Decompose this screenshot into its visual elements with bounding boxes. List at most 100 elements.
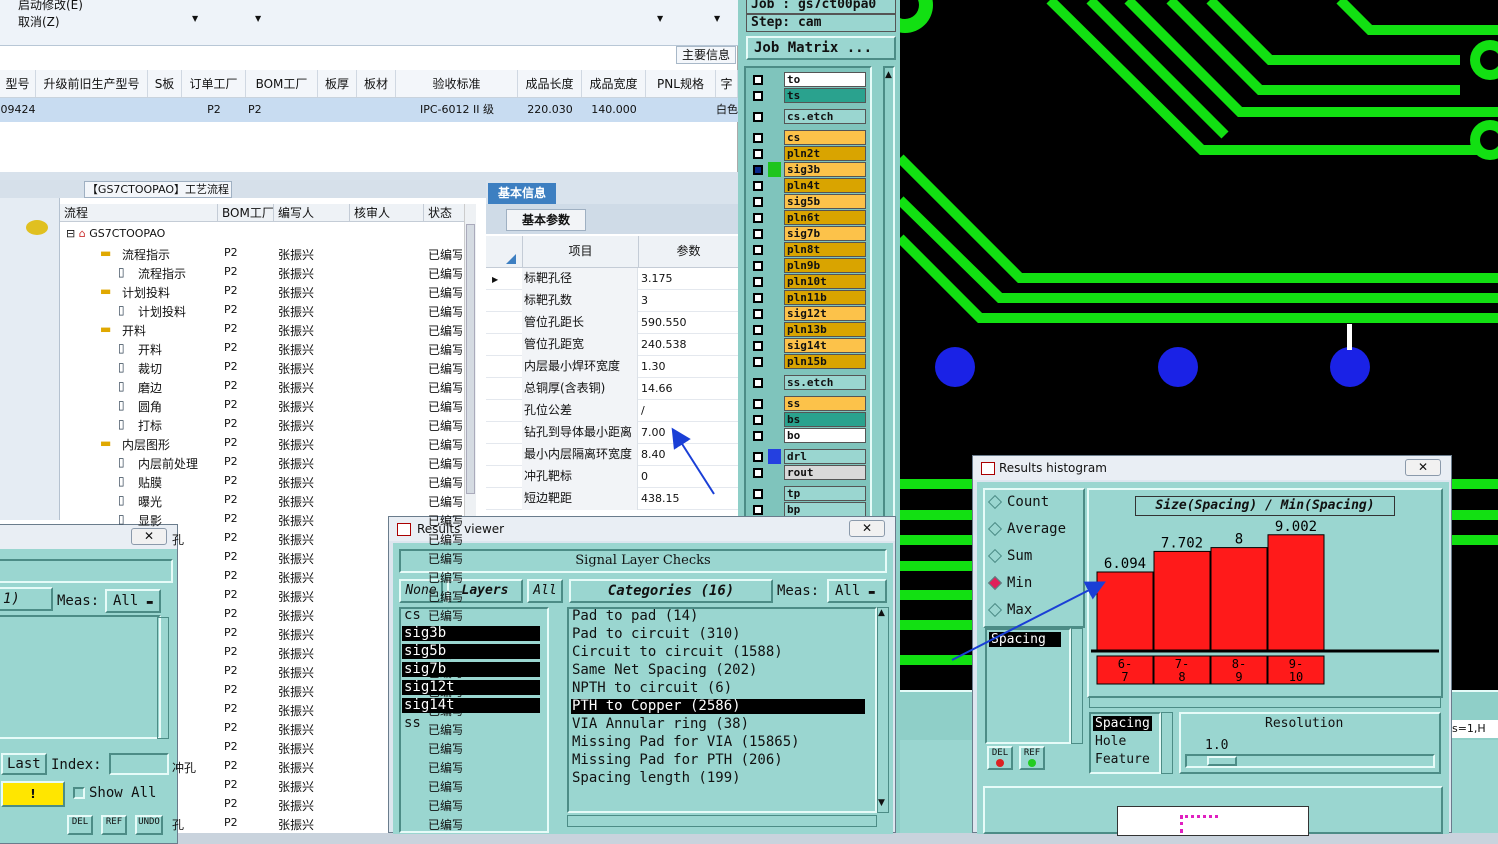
layer-checkbox[interactable] (753, 277, 763, 287)
table-row[interactable]: ▯ 贴膜 P2 张振兴 已编写 (60, 472, 462, 491)
histogram-bar[interactable] (1267, 534, 1325, 651)
table-row[interactable]: ▯ 裁切 P2 张振兴 已编写 (60, 358, 462, 377)
param-row[interactable]: 标靶孔径 3.175 (486, 268, 738, 290)
histogram-chart[interactable]: 6.0946-77.7027-888-99.0029-10 (1091, 518, 1439, 694)
categories-hscrollbar[interactable] (567, 815, 877, 827)
dropdown-arrow-icon[interactable]: ▼ (192, 14, 198, 23)
layer-checkbox[interactable] (753, 213, 763, 223)
layer-checkbox[interactable] (753, 181, 763, 191)
layer-row[interactable]: sig5b (750, 194, 868, 209)
category-item[interactable]: Missing Pad for VIA (15865) (571, 735, 865, 750)
table-row[interactable]: ▬ 内层图形 P2 张振兴 已编写 (60, 434, 462, 453)
layer-name[interactable]: bo (784, 428, 866, 443)
col-header[interactable]: 板厚 (318, 70, 357, 97)
table-row[interactable]: ▯ 流程指示 P2 张振兴 已编写 (60, 263, 462, 282)
feature-scrollbar[interactable] (1161, 712, 1173, 774)
col-header[interactable]: 核审人 (350, 204, 424, 221)
category-item[interactable]: VIA Annular ring (38) (571, 717, 865, 732)
col-header[interactable]: 订单工厂 (182, 70, 246, 97)
category-item[interactable]: PTH to Copper (2586) (571, 699, 865, 714)
col-header[interactable]: 字 (716, 70, 738, 97)
category-item[interactable]: Pad to circuit (310) (571, 627, 865, 642)
table-row[interactable]: P2张振兴已编写 (60, 776, 462, 795)
layer-row[interactable]: sig12t (750, 306, 868, 321)
tab-main-info[interactable]: 主要信息 (676, 46, 736, 64)
close-button[interactable]: ✕ (1405, 459, 1441, 476)
vertical-scrollbar[interactable] (464, 204, 476, 520)
layer-row[interactable]: ts (750, 88, 868, 103)
all-button[interactable]: All (527, 579, 563, 603)
feature-item[interactable]: Feature (1095, 752, 1150, 767)
table-row[interactable]: ▯ 曝光 P2 张振兴 已编写 (60, 491, 462, 510)
param-row[interactable]: 管位孔距长 590.550 (486, 312, 738, 334)
radio-option-label[interactable]: Max (1007, 602, 1032, 618)
tab-basic-params[interactable]: 基本参数 (506, 209, 586, 231)
param-row[interactable]: 内层最小焊环宽度 1.30 (486, 356, 738, 378)
ref-button[interactable]: REF (1019, 746, 1045, 770)
scroll-thumb[interactable] (466, 224, 475, 494)
layer-name[interactable]: pln4t (784, 178, 866, 193)
layer-list-item[interactable]: ss (402, 716, 540, 731)
meas-dropdown[interactable]: All ▬ (827, 579, 887, 603)
param-row[interactable]: 孔位公差 / (486, 400, 738, 422)
layer-list-item[interactable]: sig7b (402, 662, 540, 677)
scroll-down-icon[interactable]: ▼ (878, 798, 885, 808)
categories-button[interactable]: Categories (16) (569, 579, 773, 603)
table-row[interactable]: ▬ 流程指示 P2 张振兴 已编写 (60, 244, 462, 263)
layer-row[interactable]: rout (750, 465, 868, 480)
category-item[interactable]: Missing Pad for PTH (206) (571, 753, 865, 768)
layer-row[interactable]: ss.etch (750, 375, 868, 390)
col-header[interactable]: BOM工厂 (246, 70, 318, 97)
col-header[interactable]: 升级前旧生产型号 (36, 70, 148, 97)
feature-list[interactable]: Spacing Hole Feature (1089, 712, 1161, 774)
radio-option-label[interactable]: Min (1007, 575, 1032, 591)
menu-start-edit[interactable]: 启动修改(E) (18, 0, 83, 13)
param-row[interactable]: 最小内层隔离环宽度 8.40 (486, 444, 738, 466)
layer-name[interactable]: tp (784, 486, 866, 501)
table-row[interactable]: P2张振兴已编写 (60, 738, 462, 757)
table-row[interactable]: ▯ 磨边 P2 张振兴 已编写 (60, 377, 462, 396)
category-item[interactable]: Spacing length (199) (571, 771, 865, 786)
table-row[interactable]: ▯ 内层前处理 P2 张振兴 已编写 (60, 453, 462, 472)
layer-checkbox[interactable] (753, 133, 763, 143)
histogram-bar[interactable] (1210, 547, 1268, 651)
layer-name[interactable]: sig12t (784, 306, 866, 321)
layer-row[interactable]: pln4t (750, 178, 868, 193)
table-row[interactable]: P2张振兴已编写 (60, 700, 462, 719)
category-item[interactable]: Circuit to circuit (1588) (571, 645, 865, 660)
table-row[interactable]: 孔 P2 张振兴 已编写 (60, 814, 462, 833)
layer-checkbox[interactable] (753, 325, 763, 335)
param-row[interactable]: 总铜厚(含表铜) 14.66 (486, 378, 738, 400)
layer-row[interactable]: pln15b (750, 354, 868, 369)
layer-row[interactable]: pln11b (750, 290, 868, 305)
feature-item[interactable]: Spacing (1093, 716, 1152, 731)
stat-scrollbar[interactable] (1071, 628, 1083, 744)
layer-row[interactable]: bs (750, 412, 868, 427)
layer-row[interactable]: bo (750, 428, 868, 443)
layer-row[interactable]: bp (750, 502, 868, 517)
tree-root[interactable]: ⊟ ⌂ GS7CTOOPAO (66, 227, 165, 240)
layer-name[interactable]: pln6t (784, 210, 866, 225)
table-row[interactable]: 孔 P2 张振兴 已编写 (60, 529, 462, 548)
table-row[interactable]: P2张振兴已编写 (60, 681, 462, 700)
layer-checkbox[interactable] (753, 415, 763, 425)
slider-thumb[interactable] (1207, 756, 1237, 766)
layer-name[interactable]: pln8t (784, 242, 866, 257)
table-row[interactable]: ▯ 打标 P2 张振兴 已编写 (60, 415, 462, 434)
resolution-slider[interactable] (1185, 754, 1435, 768)
layer-checkbox[interactable] (753, 452, 763, 462)
layer-row[interactable]: cs.etch (750, 109, 868, 124)
param-row[interactable]: 钻孔到导体最小距离 7.00 (486, 422, 738, 444)
layer-name[interactable]: ts (784, 88, 866, 103)
col-header[interactable]: 型号 (0, 70, 36, 97)
layer-name[interactable]: sig3b (784, 162, 866, 177)
table-row[interactable]: ▯ 显影 P2 张振兴 已编写 (60, 510, 462, 529)
warning-button[interactable]: ! (1, 781, 65, 807)
table-row[interactable]: ▬ 计划投料 P2 张振兴 已编写 (60, 282, 462, 301)
layer-row[interactable]: pln13b (750, 322, 868, 337)
col-header[interactable]: BOM工厂 (218, 204, 274, 221)
col-header[interactable]: 成品长度 (518, 70, 582, 97)
table-row[interactable]: P2张振兴已编写 (60, 586, 462, 605)
layer-row[interactable]: sig14t (750, 338, 868, 353)
layer-checkbox[interactable] (753, 378, 763, 388)
